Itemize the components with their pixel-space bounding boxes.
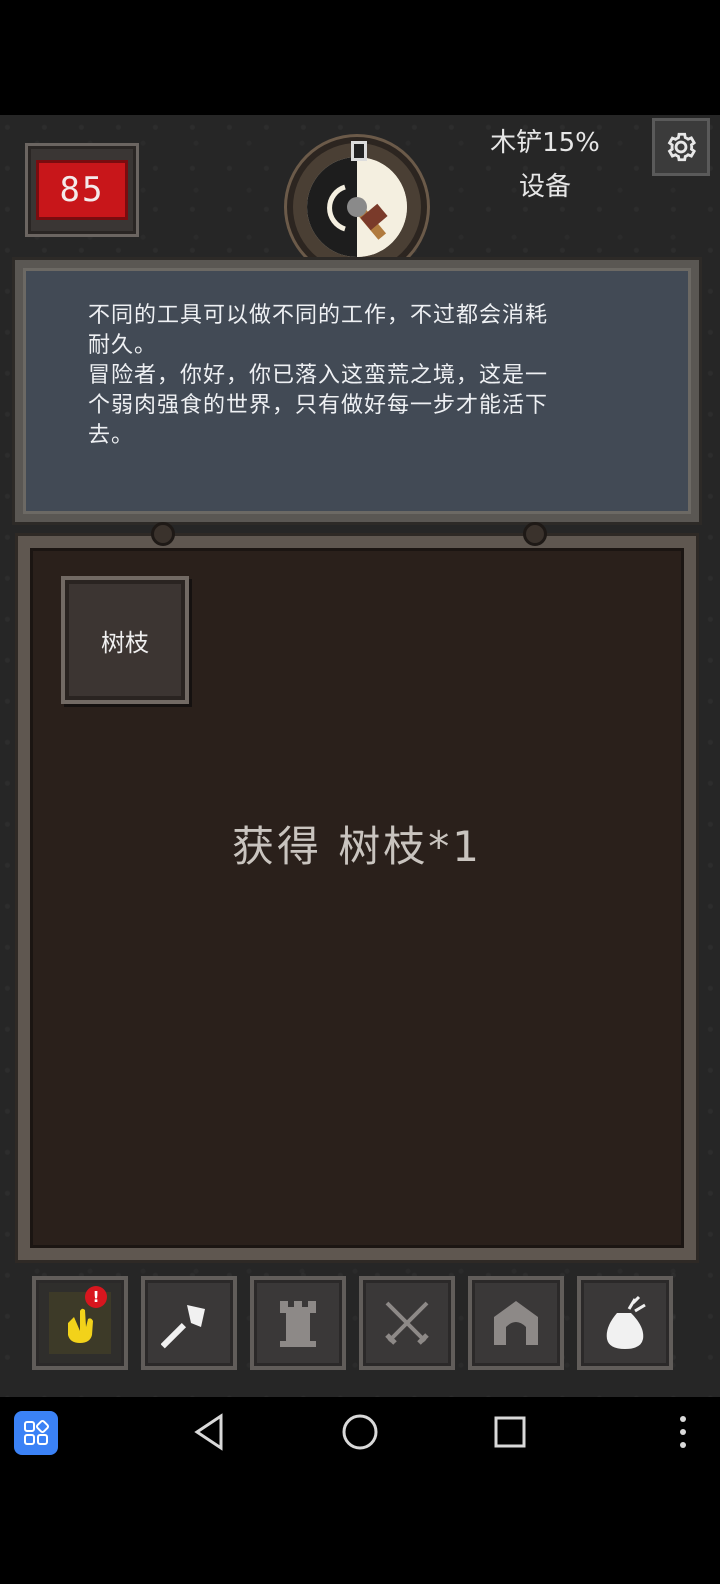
message-panel: 不同的工具可以做不同的工作，不过都会消耗 耐久。 冒险者，你好，你已落入这蛮荒之…: [12, 257, 702, 525]
more-vertical-icon: [680, 1416, 686, 1448]
tool-durability-text: 木铲15%: [490, 128, 600, 158]
tab-buildings[interactable]: [250, 1276, 346, 1370]
tab-gather-badge: !: [85, 1286, 107, 1308]
tab-gather[interactable]: !: [32, 1276, 128, 1370]
arch-gate-icon: [494, 1301, 538, 1345]
back-triangle-icon: [194, 1413, 223, 1451]
tool-durability-dial[interactable]: [287, 137, 427, 277]
acquired-message: 获得 树枝*1: [231, 822, 483, 871]
axe-icon: [161, 1305, 205, 1349]
message-line: 去。: [88, 423, 135, 448]
recents-square-icon: [494, 1416, 526, 1448]
message-line: 耐久。: [88, 333, 158, 358]
apps-grid-icon: [24, 1419, 50, 1445]
inventory-item-branch[interactable]: 树枝: [61, 576, 189, 704]
tower-icon: [280, 1301, 316, 1347]
inventory-well: 树枝 获得 树枝*1: [30, 548, 684, 1248]
shovel-icon: [307, 157, 407, 257]
tab-combat[interactable]: [359, 1276, 455, 1370]
system-nav-bar: [0, 1397, 720, 1467]
bag-icon: [606, 1295, 646, 1349]
dial-slot: [351, 141, 367, 161]
dial-face: [307, 157, 407, 257]
message-line: 不同的工具可以做不同的工作，不过都会消耗: [88, 303, 549, 328]
gear-icon: [667, 132, 697, 162]
apps-button[interactable]: [14, 1411, 58, 1455]
equipment-label[interactable]: 设备: [470, 165, 620, 209]
crossed-swords-icon: [385, 1301, 429, 1345]
home-circle-icon: [342, 1414, 378, 1450]
more-options-button[interactable]: [660, 1409, 706, 1455]
bottom-tab-bar: !: [32, 1276, 674, 1372]
back-button[interactable]: [186, 1409, 232, 1455]
tab-tools[interactable]: [141, 1276, 237, 1370]
tab-explore[interactable]: [468, 1276, 564, 1370]
home-button[interactable]: [337, 1409, 383, 1455]
hp-badge: 85: [25, 143, 139, 237]
message-line: 冒险者，你好，你已落入这蛮荒之境，这是一: [88, 363, 549, 388]
hp-value: 85: [36, 160, 128, 220]
inventory-panel: 树枝 获得 树枝*1: [15, 522, 699, 1263]
recents-button[interactable]: [487, 1409, 533, 1455]
tool-status[interactable]: 木铲15% 设备: [470, 121, 620, 209]
game-screen: 85 木铲15% 设备 不同的工具可以做不同的工作，不过都会消耗 耐久。 冒险者…: [0, 115, 720, 1397]
message-line: 个弱肉强食的世界，只有做好每一步才能活下: [88, 393, 549, 418]
panel-rivet: [151, 522, 175, 546]
message-text-area: 不同的工具可以做不同的工作，不过都会消耗 耐久。 冒险者，你好，你已落入这蛮荒之…: [23, 268, 691, 514]
tab-inventory[interactable]: [577, 1276, 673, 1370]
panel-rivet: [523, 522, 547, 546]
tab-gather-icon-bg: !: [49, 1286, 111, 1354]
settings-button[interactable]: [652, 118, 710, 176]
